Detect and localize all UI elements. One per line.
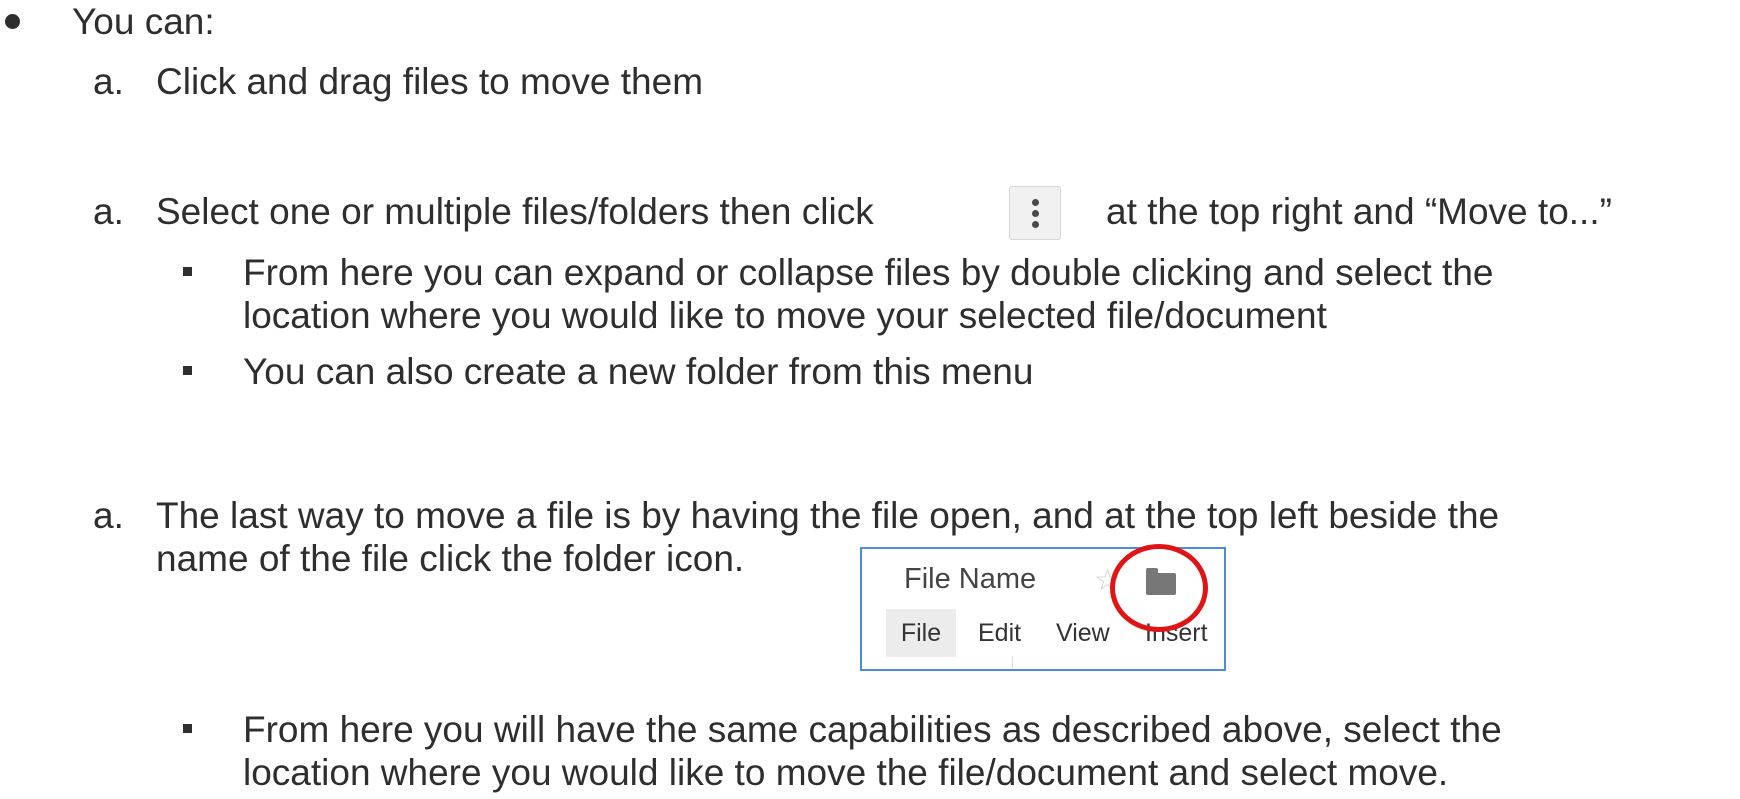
sub1-line2: location where you would like to move yo… [243, 295, 1327, 336]
item3-line1: The last way to move a file is by having… [156, 495, 1500, 536]
sub3-line1: From here you will have the same capabil… [243, 709, 1502, 750]
sub3-line2: location where you would like to move th… [243, 752, 1449, 793]
square-bullet [183, 724, 192, 733]
bullet-dot [5, 14, 20, 29]
item3-line2: name of the file click the folder icon. [156, 538, 745, 579]
square-bullet [183, 366, 192, 375]
menu-file[interactable]: File [886, 609, 956, 657]
menu-view[interactable]: View [1056, 609, 1110, 657]
menu-divider [1012, 657, 1013, 669]
intro-text: You can: [72, 1, 215, 42]
file-name-label: File Name [904, 563, 1037, 595]
item2-marker: a. [93, 191, 124, 232]
item1-text: Click and drag files to move them [156, 61, 704, 102]
item3-marker: a. [93, 495, 124, 536]
sub1-line1: From here you can expand or collapse fil… [243, 252, 1494, 293]
more-options-button[interactable] [1009, 186, 1061, 240]
menu-edit[interactable]: Edit [978, 609, 1021, 657]
highlight-circle [1110, 544, 1208, 632]
square-bullet [183, 267, 192, 276]
item2-text-pre: Select one or multiple files/folders the… [156, 191, 874, 232]
item1-marker: a. [93, 61, 124, 102]
sub2-text: You can also create a new folder from th… [243, 351, 1034, 392]
item2-text-post: at the top right and “Move to...” [1106, 191, 1612, 232]
